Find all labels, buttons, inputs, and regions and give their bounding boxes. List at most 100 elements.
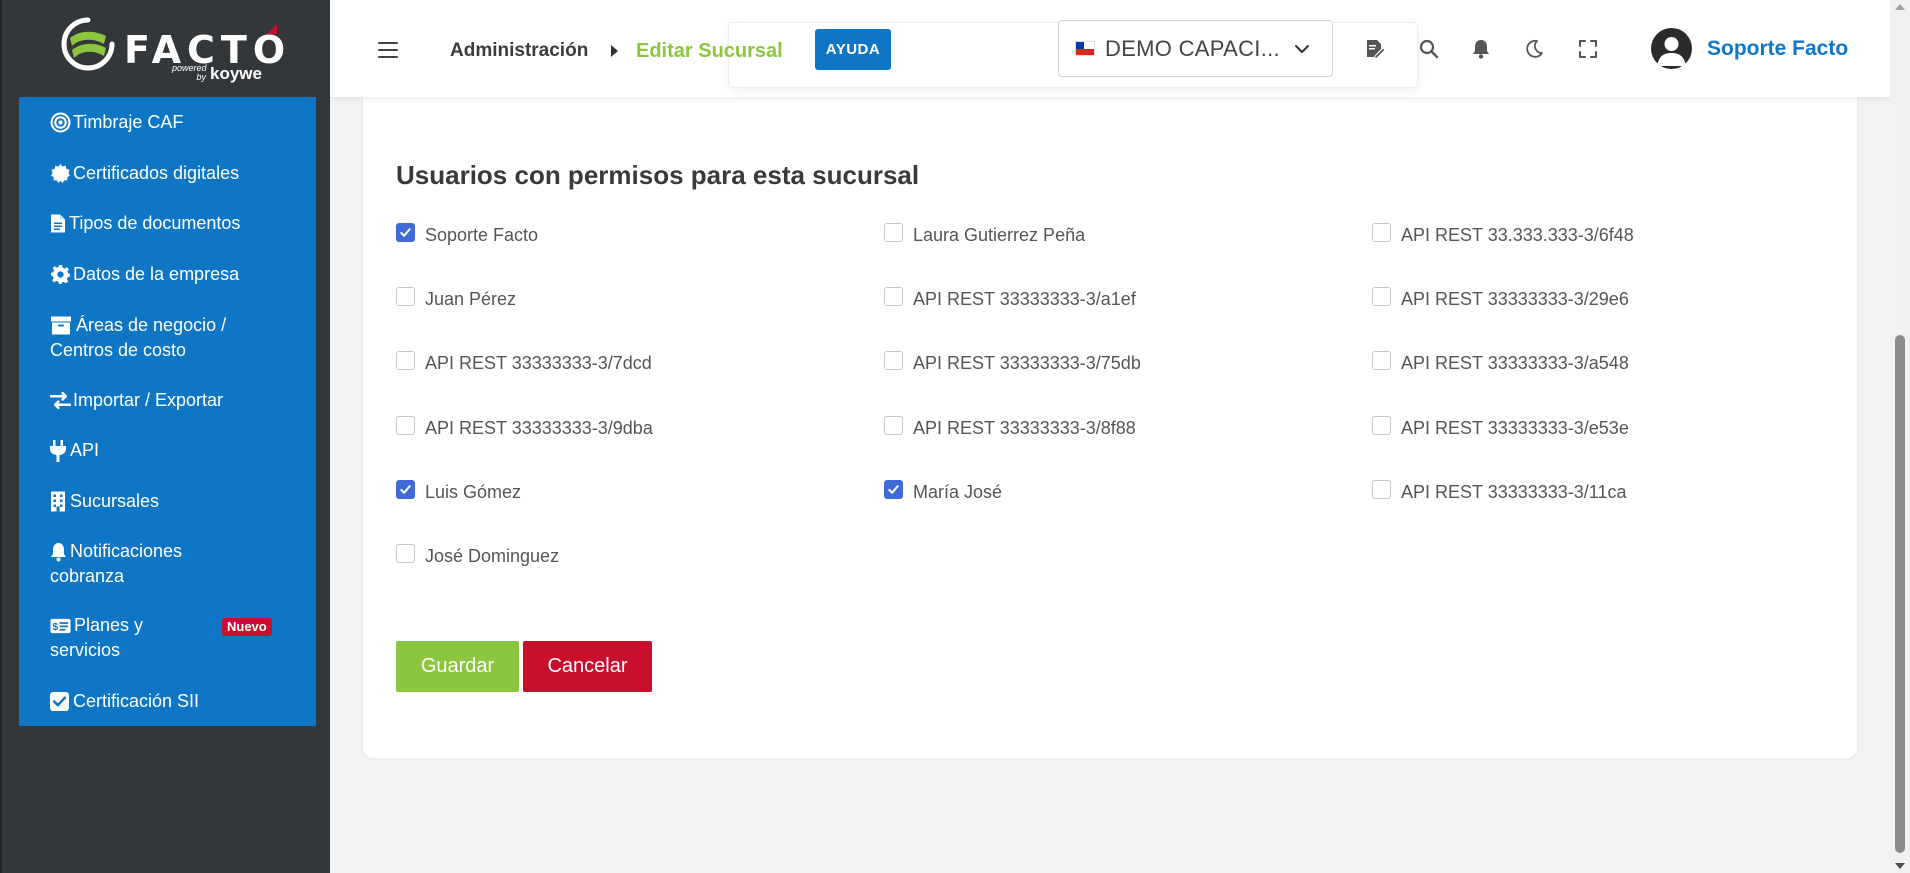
dark-mode-moon-icon[interactable]	[1523, 38, 1545, 60]
exchange-icon	[50, 388, 73, 413]
checkbox-unchecked-icon[interactable]	[396, 544, 415, 563]
svg-text:$: $	[52, 620, 58, 632]
user-permission-checkbox[interactable]: Luis Gómez	[396, 480, 522, 503]
checkbox-unchecked-icon[interactable]	[1372, 287, 1391, 306]
user-permission-checkbox[interactable]: API REST 33333333-3/75db	[884, 351, 1141, 374]
fullscreen-icon[interactable]	[1577, 38, 1599, 60]
user-permission-label: María José	[913, 482, 1003, 502]
help-button[interactable]: AYUDA	[815, 29, 891, 70]
checkbox-checked-icon[interactable]	[884, 480, 903, 499]
checkbox-unchecked-icon[interactable]	[396, 287, 415, 306]
user-permission-checkbox[interactable]: API REST 33333333-3/a548	[1372, 351, 1629, 374]
sidebar-item-planes-servicios[interactable]: $ Planes y servicios contratados	[50, 613, 215, 665]
document-icon	[50, 211, 69, 236]
sidebar-item-label: Certificados digitales	[73, 163, 240, 183]
user-permission-label: API REST 33333333-3/75db	[913, 353, 1141, 373]
cancel-button[interactable]: Cancelar	[523, 641, 652, 692]
checkbox-unchecked-icon[interactable]	[1372, 223, 1391, 242]
user-permission-label: José Dominguez	[425, 546, 560, 566]
checkbox-checked-icon[interactable]	[396, 480, 415, 499]
sidebar-item-label: Áreas de negocio / Centros de costo	[50, 315, 227, 360]
user-permission-label: API REST 33333333-3/11ca	[1401, 482, 1627, 502]
user-permission-checkbox[interactable]: José Dominguez	[396, 544, 560, 567]
certificate-icon	[50, 161, 73, 186]
sidebar: FACTO powered by koywe Timbraje CAF Cert…	[0, 0, 330, 873]
sidebar-item-label: Notificaciones cobranza	[50, 541, 183, 586]
logo-accent-icon	[267, 24, 277, 34]
user-permission-checkbox[interactable]: API REST 33333333-3/29e6	[1372, 287, 1629, 310]
logo-wordmark: FACTO	[124, 28, 292, 72]
user-permission-checkbox[interactable]: API REST 33333333-3/8f88	[884, 416, 1136, 439]
user-permission-checkbox[interactable]: API REST 33333333-3/e53e	[1372, 416, 1629, 439]
user-permission-label: Luis Gómez	[425, 482, 522, 502]
checkbox-unchecked-icon[interactable]	[1372, 416, 1391, 435]
user-permission-label: Soporte Facto	[425, 225, 539, 245]
breadcrumb-separator-icon	[611, 45, 618, 57]
scroll-thumb[interactable]	[1895, 335, 1905, 853]
chile-flag-icon	[1075, 41, 1095, 56]
notifications-bell-icon[interactable]	[1470, 38, 1492, 60]
user-permission-checkbox[interactable]: Soporte Facto	[396, 223, 539, 246]
user-permission-checkbox[interactable]: API REST 33333333-3/a1ef	[884, 287, 1136, 310]
sidebar-item-certificacion-sii[interactable]: Certificación SII	[50, 689, 285, 714]
sidebar-item-certificados[interactable]: Certificados digitales	[50, 161, 285, 186]
logo-partner: koywe	[210, 64, 262, 83]
chevron-down-icon	[1295, 45, 1309, 53]
checkbox-unchecked-icon[interactable]	[884, 416, 903, 435]
sidebar-item-label: Importar / Exportar	[73, 390, 224, 410]
checkbox-unchecked-icon[interactable]	[396, 351, 415, 370]
building-icon	[50, 489, 70, 514]
checkbox-unchecked-icon[interactable]	[396, 416, 415, 435]
sidebar-item-notificaciones[interactable]: Notificaciones cobranza	[50, 539, 250, 589]
sidebar-item-timbraje-caf[interactable]: Timbraje CAF	[50, 110, 285, 135]
page-scrollbar[interactable]	[1890, 0, 1910, 873]
sidebar-item-api[interactable]: API	[50, 438, 285, 463]
user-permission-label: API REST 33333333-3/a1ef	[913, 289, 1136, 309]
user-permission-checkbox[interactable]: API REST 33333333-3/7dcd	[396, 351, 652, 374]
checkbox-unchecked-icon[interactable]	[1372, 351, 1391, 370]
hamburger-menu-icon[interactable]	[378, 42, 398, 60]
scroll-down-arrow-icon[interactable]	[1895, 863, 1905, 869]
user-permission-checkbox[interactable]: API REST 33.333.333-3/6f48	[1372, 223, 1634, 246]
user-permission-label: API REST 33333333-3/29e6	[1401, 289, 1629, 309]
checkbox-unchecked-icon[interactable]	[884, 351, 903, 370]
user-name[interactable]: Soporte Facto	[1707, 37, 1848, 61]
facto-logo[interactable]: FACTO powered by koywe	[60, 14, 285, 84]
checkbox-unchecked-icon[interactable]	[884, 223, 903, 242]
user-permission-label: API REST 33333333-3/8f88	[913, 418, 1136, 438]
user-permission-checkbox[interactable]: María José	[884, 480, 1003, 503]
money-icon: $	[50, 613, 74, 638]
checkbox-checked-icon[interactable]	[396, 223, 415, 242]
company-name: DEMO CAPACI...	[1105, 35, 1280, 61]
user-permission-label: API REST 33.333.333-3/6f48	[1401, 225, 1634, 245]
user-avatar-icon	[1657, 37, 1686, 66]
user-permission-checkbox[interactable]: API REST 33333333-3/11ca	[1372, 480, 1627, 503]
user-permission-checkbox[interactable]: API REST 33333333-3/9dba	[396, 416, 653, 439]
sidebar-item-label: Sucursales	[70, 491, 160, 511]
section-title: Usuarios con permisos para esta sucursal	[396, 160, 920, 190]
sidebar-item-sucursales[interactable]: Sucursales	[50, 489, 285, 514]
breadcrumb-parent[interactable]: Administración	[450, 40, 588, 62]
sidebar-item-areas-negocio[interactable]: Áreas de negocio / Centros de costo	[50, 313, 270, 363]
sidebar-item-tipos-documentos[interactable]: Tipos de documentos	[50, 211, 285, 236]
user-avatar[interactable]	[1651, 28, 1692, 69]
plug-icon	[50, 438, 70, 463]
user-permission-label: Laura Gutierrez Peña	[913, 225, 1086, 245]
company-selector[interactable]: DEMO CAPACI...	[1058, 20, 1333, 77]
scroll-up-arrow-icon[interactable]	[1895, 4, 1905, 10]
edit-document-icon[interactable]	[1364, 38, 1386, 60]
user-permission-checkbox[interactable]: Laura Gutierrez Peña	[884, 223, 1086, 246]
user-permission-label: API REST 33333333-3/a548	[1401, 353, 1629, 373]
sidebar-item-datos-empresa[interactable]: Datos de la empresa	[50, 262, 285, 287]
sidebar-item-label: Datos de la empresa	[73, 264, 240, 284]
sidebar-item-label: Timbraje CAF	[73, 112, 184, 132]
check-square-icon	[50, 689, 73, 714]
user-permission-checkbox[interactable]: Juan Pérez	[396, 287, 516, 310]
sidebar-item-label: API	[70, 440, 100, 460]
sidebar-item-importar-exportar[interactable]: Importar / Exportar	[50, 388, 285, 413]
checkbox-unchecked-icon[interactable]	[884, 287, 903, 306]
archive-icon	[50, 313, 76, 338]
save-button[interactable]: Guardar	[396, 641, 519, 692]
checkbox-unchecked-icon[interactable]	[1372, 480, 1391, 499]
search-icon[interactable]	[1418, 38, 1440, 60]
